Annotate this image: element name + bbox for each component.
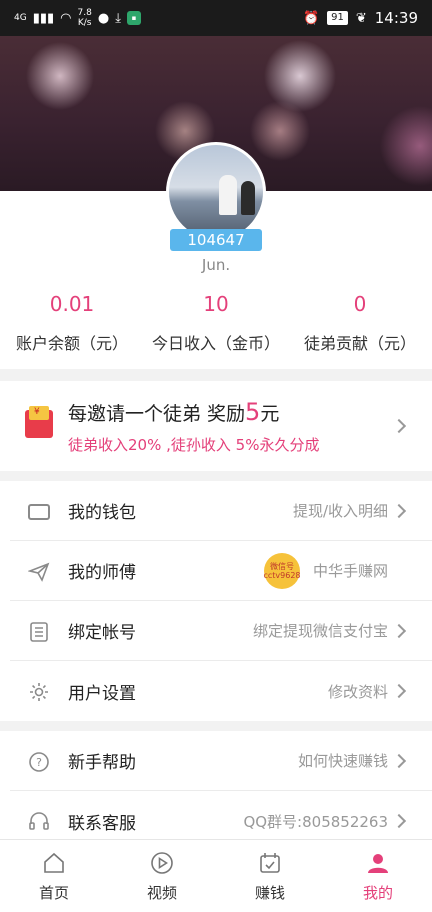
invite-subtitle: 徒弟收入20% ,徒孙收入 5%永久分成 (68, 436, 320, 454)
headset-icon (28, 811, 50, 833)
app-notification-icon: ▪ (126, 11, 141, 25)
tab-earn[interactable]: 赚钱 (216, 840, 324, 912)
menu-item-customer-service[interactable]: 联系客服 QQ群号:805852263 (10, 791, 432, 839)
menu-item-label: 联系客服 (68, 813, 136, 834)
invite-amount: 5 (245, 398, 261, 426)
list-icon (28, 621, 50, 643)
network-speed: 7.8 K/s (77, 8, 92, 28)
leaf-icon: ❦ (355, 10, 367, 26)
alarm-icon: ⏰ (302, 10, 320, 26)
stat-value: 0.01 (49, 292, 95, 316)
stat-label: 账户余额（元） (15, 334, 128, 353)
stat-apprentice-contribution[interactable]: 0 徒弟贡献（元） (288, 290, 432, 354)
battery-indicator: 91 (327, 11, 348, 25)
menu-item-user-settings[interactable]: 用户设置 修改资料 (10, 661, 432, 721)
invite-banner[interactable]: 每邀请一个徒弟 奖励5元 徒弟收入20% ,徒孙收入 5%永久分成 (0, 381, 432, 471)
tab-label: 视频 (146, 884, 177, 902)
status-bar: 4G ▮▮▮ ◠ 7.8 K/s ● ⤓ ▪ ⏰ 91 ❦ 14:39 (0, 0, 432, 36)
tab-home[interactable]: 首页 (0, 840, 108, 912)
user-id-badge: 104647 (170, 229, 262, 251)
menu-item-value: QQ群号:805852263 (243, 812, 388, 831)
signal-icon: 4G (14, 13, 27, 23)
menu-item-label: 新手帮助 (68, 753, 136, 773)
stat-value: 0 (353, 292, 367, 316)
menu-item-help[interactable]: ? 新手帮助 如何快速赚钱 (10, 731, 432, 791)
tab-mine[interactable]: 我的 (324, 840, 432, 912)
tab-label: 我的 (362, 884, 393, 902)
red-envelope-icon (25, 406, 53, 438)
menu-item-master[interactable]: 我的师傅 微信号 cctv9628 中华手赚网 (10, 541, 432, 601)
stat-label: 今日收入（金币） (151, 334, 280, 353)
calendar-check-icon (260, 853, 280, 873)
chevron-right-icon (391, 623, 407, 639)
chevron-right-icon (391, 753, 407, 769)
avatar-figure (241, 181, 255, 215)
download-icon: ⤓ (115, 10, 121, 26)
menu-item-wallet[interactable]: 我的钱包 提现/收入明细 (10, 481, 432, 541)
master-logo: 微信号 cctv9628 (263, 553, 301, 589)
avatar[interactable] (166, 142, 266, 242)
menu-item-value: 修改资料 (327, 682, 388, 701)
home-icon (44, 852, 64, 873)
menu-item-bind-account[interactable]: 绑定帐号 绑定提现微信支付宝 (10, 601, 432, 661)
menu-group-help: ? 新手帮助 如何快速赚钱 联系客服 QQ群号:805852263 (0, 731, 432, 839)
paper-plane-icon (27, 561, 50, 583)
menu-item-label: 用户设置 (68, 683, 136, 704)
chevron-right-icon (391, 813, 407, 829)
clock: 14:39 (374, 9, 418, 27)
wifi-icon: ◠ (60, 10, 72, 26)
menu-item-value: 绑定提现微信支付宝 (252, 622, 388, 640)
help-icon: ? (28, 751, 50, 773)
tab-label: 首页 (38, 884, 69, 902)
chevron-right-icon (391, 683, 407, 699)
tab-video[interactable]: 视频 (108, 840, 216, 912)
chevron-right-icon (391, 503, 407, 519)
avatar-figure (219, 175, 237, 215)
stats-row: 0.01 账户余额（元） 10 今日收入（金币） 0 徒弟贡献（元） (0, 290, 432, 354)
svg-text:?: ? (36, 756, 42, 769)
wallet-icon (28, 504, 50, 520)
stat-value: 10 (203, 292, 229, 316)
bottom-tab-bar: 首页 视频 赚钱 我的 (0, 839, 432, 912)
stat-balance[interactable]: 0.01 账户余额（元） (0, 290, 144, 354)
signal-bars-icon: ▮▮▮ (32, 10, 55, 26)
user-icon (368, 854, 388, 873)
gear-icon (28, 681, 50, 703)
invite-title: 每邀请一个徒弟 奖励5元 (68, 398, 280, 426)
menu-item-value: 提现/收入明细 (292, 502, 388, 520)
message-icon: ● (97, 10, 110, 26)
menu-item-value: 如何快速赚钱 (297, 752, 388, 770)
play-icon (151, 852, 173, 874)
menu-group-account: 我的钱包 提现/收入明细 我的师傅 微信号 cctv9628 中华手赚网 绑定帐… (0, 481, 432, 721)
chevron-right-icon (391, 418, 407, 434)
menu-item-label: 绑定帐号 (68, 623, 136, 643)
stat-label: 徒弟贡献（元） (303, 334, 416, 353)
username: Jun. (201, 256, 231, 274)
menu-item-label: 我的钱包 (68, 503, 136, 523)
stat-today-income[interactable]: 10 今日收入（金币） (144, 290, 288, 354)
menu-item-label: 我的师傅 (68, 563, 136, 583)
menu-item-value: 中华手赚网 (312, 562, 388, 580)
tab-label: 赚钱 (254, 884, 285, 902)
